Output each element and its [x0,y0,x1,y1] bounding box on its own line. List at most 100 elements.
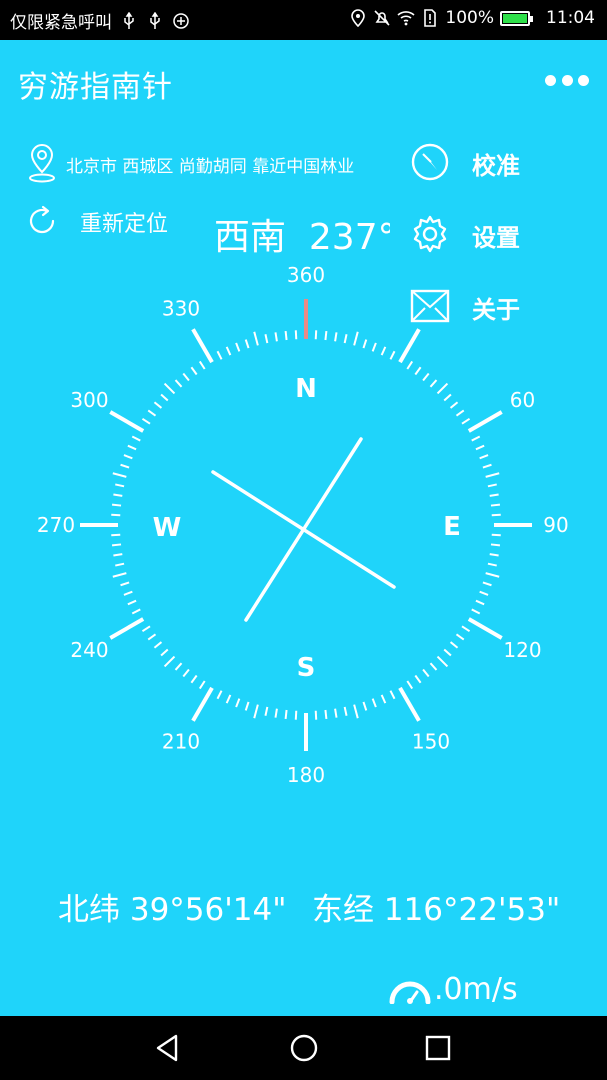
minor-tick [489,553,499,557]
minor-tick [264,334,269,344]
degree-label: 360 [287,263,325,287]
compass-needle [211,437,396,622]
minor-tick [475,444,485,451]
minor-tick [235,342,241,352]
home-icon[interactable] [288,1032,320,1064]
major-tick [109,617,145,640]
latitude-text: 北纬 39°56'14" [58,892,287,928]
more-dot-icon [545,74,556,86]
minor-tick [449,641,459,649]
app-bar: 穷游指南针 [0,40,607,124]
minor-tick [123,454,133,460]
degree-label: 150 [412,730,450,754]
degree-label: 300 [70,388,108,412]
data-saver-icon [173,12,189,29]
settings-label: 设置 [472,224,520,252]
minor-tick [244,339,250,349]
major-tick [191,328,214,364]
minor-tick [190,366,198,376]
minor-tick [362,701,368,711]
minor-tick [120,463,130,469]
minor-tick [371,698,377,708]
speed-value: .0m/s [434,972,518,1007]
major-tick [467,617,503,640]
minor-tick [123,590,133,596]
minor-tick [343,334,348,344]
minor-tick [471,435,481,442]
minor-tick [244,701,250,711]
minor-tick [436,655,449,668]
navigation-bar [0,1016,607,1080]
minor-tick [127,599,137,606]
minor-tick [436,382,449,395]
location-icon [351,9,366,27]
calibrate-label: 校准 [472,152,520,180]
more-dot-icon [578,74,589,86]
clock: 11:04 [546,8,595,28]
usb-icon [150,11,160,29]
minor-tick [274,332,278,342]
major-tick [398,328,421,364]
minor-tick [429,379,438,388]
recents-icon[interactable] [422,1032,454,1064]
minor-tick [190,674,198,684]
minor-tick [253,704,259,719]
minor-tick [490,503,501,507]
minor-tick [487,562,497,567]
back-icon[interactable] [152,1032,184,1064]
minor-tick [174,379,183,388]
degree-label: 90 [543,513,568,537]
minor-tick [334,332,338,342]
minor-tick [253,331,259,346]
minor-tick [414,366,422,376]
minor-tick [334,708,338,718]
minor-tick [115,483,125,488]
minor-tick [141,625,151,633]
minor-tick [414,674,422,684]
minor-tick [235,698,241,708]
minor-tick [198,680,206,690]
mute-icon [374,10,390,26]
minor-tick [131,435,141,442]
minor-tick [371,342,377,352]
status-bar: 仅限紧急呼叫 100% 11:04 [0,0,607,40]
minor-tick [216,690,223,700]
minor-tick [443,393,452,402]
minor-tick [353,331,359,346]
minor-tick [479,590,489,596]
more-options-button[interactable] [545,70,589,90]
minor-tick [141,417,151,425]
minor-tick [455,633,465,641]
minor-tick [163,655,176,668]
minor-tick [380,346,387,356]
compass-dial: 360 60 90 120 150 180 210 240 270 300 330 N E S W [0,260,607,800]
minor-tick [216,350,223,360]
minor-tick [153,641,163,649]
degree-label: 330 [162,296,200,320]
minor-tick [160,393,169,402]
minor-tick [324,709,328,720]
minor-tick [422,372,430,382]
battery-percent: 100% [445,8,494,28]
minor-tick [113,553,123,557]
minor-tick [353,704,359,719]
degree-label: 270 [37,513,75,537]
minor-tick [225,694,232,704]
more-dot-icon [561,74,573,86]
heading-degrees: 237° [308,217,390,258]
major-tick [398,686,421,722]
sim-icon [424,9,437,27]
minor-tick [112,472,127,478]
usb-icon [124,11,134,29]
minor-tick [485,472,500,478]
minor-tick [479,454,489,460]
map-pin-icon [29,144,55,183]
minor-tick [461,625,471,633]
minor-tick [482,581,492,587]
minor-tick [485,572,500,578]
minor-tick [174,662,183,671]
heading-direction: 西南 [214,217,287,258]
minor-tick [284,709,288,720]
cardinal-s: S [297,653,316,683]
major-tick [191,686,214,722]
